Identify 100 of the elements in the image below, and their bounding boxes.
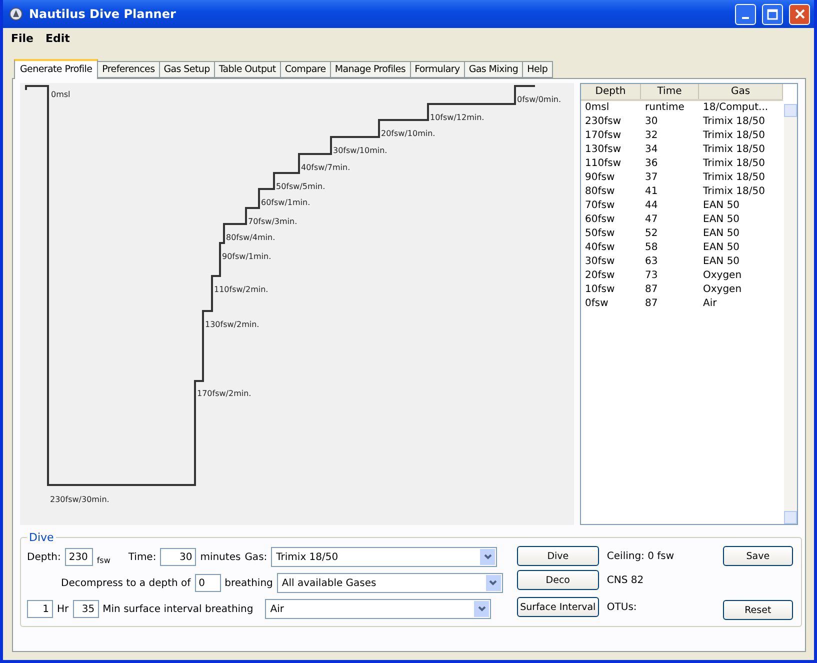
table-cell-text: 58	[644, 241, 659, 255]
table-cell-text: 80fsw	[584, 185, 616, 199]
column-header[interactable]: Depth	[581, 84, 641, 99]
table-cell-text: 90fsw	[584, 171, 616, 185]
table-cell-text: Trimix 18/50	[702, 157, 766, 171]
table-cell-text: 36	[644, 157, 659, 171]
stop-label: 70fsw/3min.	[248, 217, 298, 226]
table-cell-text: 37	[644, 171, 659, 185]
stop-label: 230fsw/30min.	[50, 495, 110, 504]
stop-label: 30fsw/10min.	[333, 146, 388, 155]
table-cell-text: Trimix 18/50	[702, 143, 766, 157]
time-unit: minutes	[200, 552, 241, 562]
tab[interactable]: Formulary	[410, 61, 465, 78]
table-cell-text: 0fsw	[584, 297, 610, 311]
app-icon	[9, 7, 23, 21]
tab[interactable]: Compare	[280, 61, 331, 78]
deco-gas-dropdown[interactable]: All available Gases	[276, 573, 503, 593]
table-cell-text: 87	[644, 283, 659, 297]
depth-field[interactable]: 230	[64, 548, 93, 566]
table-cell-text: 87	[644, 297, 659, 311]
table-cell-text: EAN 50	[702, 199, 741, 213]
minimize-button[interactable]	[735, 4, 756, 24]
dive-button[interactable]: Dive	[516, 546, 599, 566]
save-button[interactable]: Save	[722, 546, 793, 566]
table-cell-text: 20fsw	[584, 269, 616, 283]
table-cell-text: 0msl	[584, 101, 610, 115]
stop-label: 10fsw/12min.	[430, 113, 484, 122]
tab[interactable]: Manage Profiles	[330, 61, 411, 78]
maximize-button[interactable]	[762, 4, 783, 24]
menu-item[interactable]: File	[11, 32, 34, 44]
surface-interval-label: Min surface interval breathing	[102, 604, 254, 614]
table-cell-text: EAN 50	[702, 255, 741, 269]
table-cell-text: 41	[644, 185, 659, 199]
cns-readout: CNS 82	[606, 574, 645, 586]
table-cell-text: 32	[644, 129, 659, 143]
stop-label: 40fsw/7min.	[301, 163, 350, 172]
tab[interactable]: Preferences	[97, 61, 160, 78]
table-cell-text: 34	[644, 143, 659, 157]
decompress-depth-field[interactable]: 0	[194, 574, 221, 592]
tab[interactable]: Table Output	[214, 61, 281, 78]
stop-label: 90fsw/1min.	[222, 252, 272, 261]
time-label: Time:	[128, 552, 156, 562]
stop-label: 60fsw/1min.	[261, 198, 310, 207]
tab[interactable]: Generate Profile	[14, 59, 98, 79]
table-cell-text: 130fsw	[584, 143, 622, 157]
surface-gas-dropdown[interactable]: Air	[265, 599, 492, 619]
depth-unit: fsw	[96, 556, 110, 564]
table-cell-text: runtime	[644, 101, 686, 115]
table-cell-text: 50fsw	[584, 227, 616, 241]
column-header[interactable]: Gas	[699, 84, 783, 99]
minutes-field[interactable]: 35	[72, 600, 99, 618]
time-field[interactable]: 30	[160, 548, 196, 566]
breathing-label: breathing	[224, 578, 273, 588]
ceiling-readout: Ceiling: 0 fsw	[606, 550, 676, 562]
table-cell-text: Trimix 18/50	[702, 185, 766, 199]
table-cell-text: Trimix 18/50	[702, 171, 766, 185]
gas-dropdown[interactable]: Trimix 18/50	[271, 547, 498, 567]
close-button[interactable]	[789, 4, 810, 24]
table-cell-text: 73	[644, 269, 659, 283]
stop-label: 110fsw/2min.	[214, 285, 268, 294]
surface-label: 0msl	[51, 90, 70, 99]
tab[interactable]: Gas Setup	[158, 61, 215, 78]
table-cell-text: 30	[644, 115, 659, 129]
table-cell-text: Oxygen	[702, 283, 743, 297]
table-cell-text: Oxygen	[702, 269, 743, 283]
table-cell-text: 70fsw	[584, 199, 616, 213]
table-cell-text: 18/Comput...	[702, 101, 770, 115]
table-cell-text: 52	[644, 227, 659, 241]
otu-readout: OTUs:	[606, 602, 638, 612]
deco-button[interactable]: Deco	[516, 570, 599, 590]
stop-label: 20fsw/10min.	[381, 129, 436, 138]
table-cell-text: EAN 50	[702, 241, 741, 255]
table-cell-text: 110fsw	[584, 157, 622, 171]
stop-label: 80fsw/4min.	[226, 233, 276, 242]
hours-field[interactable]: 1	[27, 600, 53, 618]
table-cell-text: 47	[644, 213, 659, 227]
table-cell-text: EAN 50	[702, 213, 741, 227]
table-cell-text: 10fsw	[584, 283, 616, 297]
gas-label: Gas:	[244, 552, 268, 562]
decompress-label: Decompress to a depth of	[61, 578, 191, 588]
maximize-icon	[767, 8, 778, 20]
hours-label: Hr	[57, 604, 69, 614]
stop-label: 130fsw/2min.	[205, 320, 260, 329]
column-header[interactable]: Time	[641, 84, 699, 99]
scrollbar[interactable]	[784, 104, 797, 524]
table-cell-text: 30fsw	[584, 255, 616, 269]
tab[interactable]: Gas Mixing	[464, 61, 524, 78]
table-cell-text: Air	[702, 297, 718, 311]
menu-item[interactable]: Edit	[46, 32, 70, 44]
table-cell-text: 60fsw	[584, 213, 616, 227]
window-title: Nautilus Dive Planner	[29, 7, 177, 21]
close-icon	[794, 9, 804, 19]
reset-button[interactable]: Reset	[722, 600, 793, 620]
stop-label: 50fsw/5min.	[276, 182, 326, 191]
tab[interactable]: Help	[522, 61, 553, 78]
surface-interval-button[interactable]: Surface Interval	[516, 597, 599, 617]
table-cell-text: 44	[644, 199, 659, 213]
stop-label: 170fsw/2min.	[197, 389, 252, 398]
table-cell-text: Trimix 18/50	[702, 115, 766, 129]
table-cell-text: 170fsw	[584, 129, 622, 143]
